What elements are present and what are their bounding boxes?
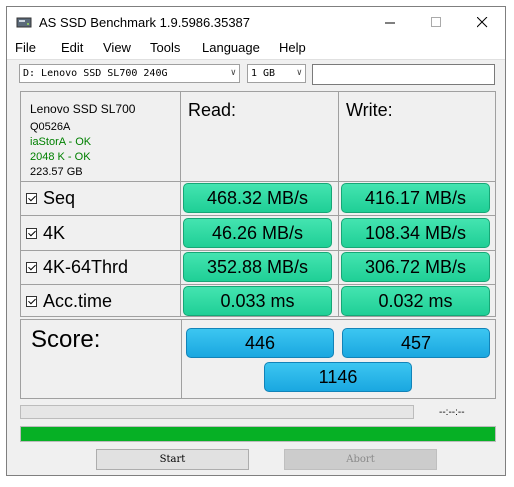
app-drive-icon xyxy=(16,17,32,28)
score-label: Score: xyxy=(31,326,101,353)
title-bar[interactable]: AS SSD Benchmark 1.9.5986.35387 xyxy=(7,7,505,37)
results-grid: Lenovo SSD SL700 Q0526A iaStorA - OK 204… xyxy=(20,91,496,317)
score-divider xyxy=(181,320,182,398)
drive-model: Lenovo SSD SL700 xyxy=(30,102,136,116)
maximize-button[interactable] xyxy=(413,7,459,37)
seq-checkbox[interactable] xyxy=(26,192,37,204)
4k-label: 4K xyxy=(43,222,66,243)
total-score: 1146 xyxy=(264,362,412,392)
window-title: AS SSD Benchmark 1.9.5986.35387 xyxy=(39,15,251,30)
menu-language[interactable]: Language xyxy=(202,40,260,55)
chevron-down-icon: ∨ xyxy=(230,68,236,78)
app-window: AS SSD Benchmark 1.9.5986.35387 File Edi… xyxy=(6,6,506,476)
driver-status: iaStorA - OK xyxy=(30,136,92,148)
size-select-value: 1 GB xyxy=(251,68,276,79)
grid-divider xyxy=(180,92,181,316)
menu-tools[interactable]: Tools xyxy=(150,40,180,55)
grid-divider xyxy=(21,181,495,182)
read-score: 446 xyxy=(186,328,334,358)
test-4k-64thrd[interactable]: 4K-64Thrd xyxy=(23,252,128,282)
menu-file[interactable]: File xyxy=(15,40,36,55)
acc-time-label: Acc.time xyxy=(43,290,113,311)
drive-select[interactable]: D: Lenovo SSD SL700 240G ∨ xyxy=(19,64,240,83)
4k-64thrd-checkbox[interactable] xyxy=(26,261,37,273)
test-acc-time[interactable]: Acc.time xyxy=(23,286,112,316)
4k-checkbox[interactable] xyxy=(26,227,37,239)
grid-divider xyxy=(21,215,495,216)
acc-time-checkbox[interactable] xyxy=(26,295,37,307)
maximize-icon xyxy=(430,16,441,27)
extra-input[interactable] xyxy=(312,64,495,85)
menu-help[interactable]: Help xyxy=(279,40,306,55)
menu-view[interactable]: View xyxy=(103,40,131,55)
seq-read-value: 468.32 MB/s xyxy=(183,183,332,213)
4k-write-value: 108.34 MB/s xyxy=(341,218,490,248)
menu-bar: File Edit View Tools Language Help xyxy=(7,37,505,60)
elapsed-time: --:--:-- xyxy=(439,407,465,418)
grid-divider xyxy=(338,92,339,316)
chevron-down-icon: ∨ xyxy=(296,68,302,78)
size-select[interactable]: 1 GB ∨ xyxy=(247,64,306,83)
4k-read-value: 46.26 MB/s xyxy=(183,218,332,248)
acc-time-write-value: 0.032 ms xyxy=(341,286,490,316)
progress-fill xyxy=(21,427,495,441)
drive-firmware: Q0526A xyxy=(30,121,71,133)
write-score: 457 xyxy=(342,328,490,358)
start-button[interactable]: Start xyxy=(96,449,249,470)
alignment-status: 2048 K - OK xyxy=(30,151,91,163)
minimize-button[interactable] xyxy=(367,7,413,37)
seq-write-value: 416.17 MB/s xyxy=(341,183,490,213)
test-progress-bar xyxy=(20,405,414,419)
close-icon xyxy=(476,16,487,27)
4k-64thrd-read-value: 352.88 MB/s xyxy=(183,252,332,282)
4k-64thrd-label: 4K-64Thrd xyxy=(43,256,129,277)
test-seq[interactable]: Seq xyxy=(23,183,75,213)
menu-edit[interactable]: Edit xyxy=(61,40,83,55)
score-area: Score: 446 457 1146 xyxy=(20,319,496,399)
write-header: Write: xyxy=(346,100,393,120)
close-button[interactable] xyxy=(459,7,505,37)
drive-capacity: 223.57 GB xyxy=(30,166,83,178)
seq-label: Seq xyxy=(43,187,76,208)
4k-64thrd-write-value: 306.72 MB/s xyxy=(341,252,490,282)
acc-time-read-value: 0.033 ms xyxy=(183,286,332,316)
grid-divider xyxy=(21,284,495,285)
minimize-icon xyxy=(384,22,395,23)
grid-divider xyxy=(21,250,495,251)
drive-select-value: D: Lenovo SSD SL700 240G xyxy=(23,68,168,79)
overall-progress-bar xyxy=(20,426,496,442)
test-4k[interactable]: 4K xyxy=(23,218,65,248)
read-header: Read: xyxy=(188,100,237,120)
abort-button[interactable]: Abort xyxy=(284,449,437,470)
